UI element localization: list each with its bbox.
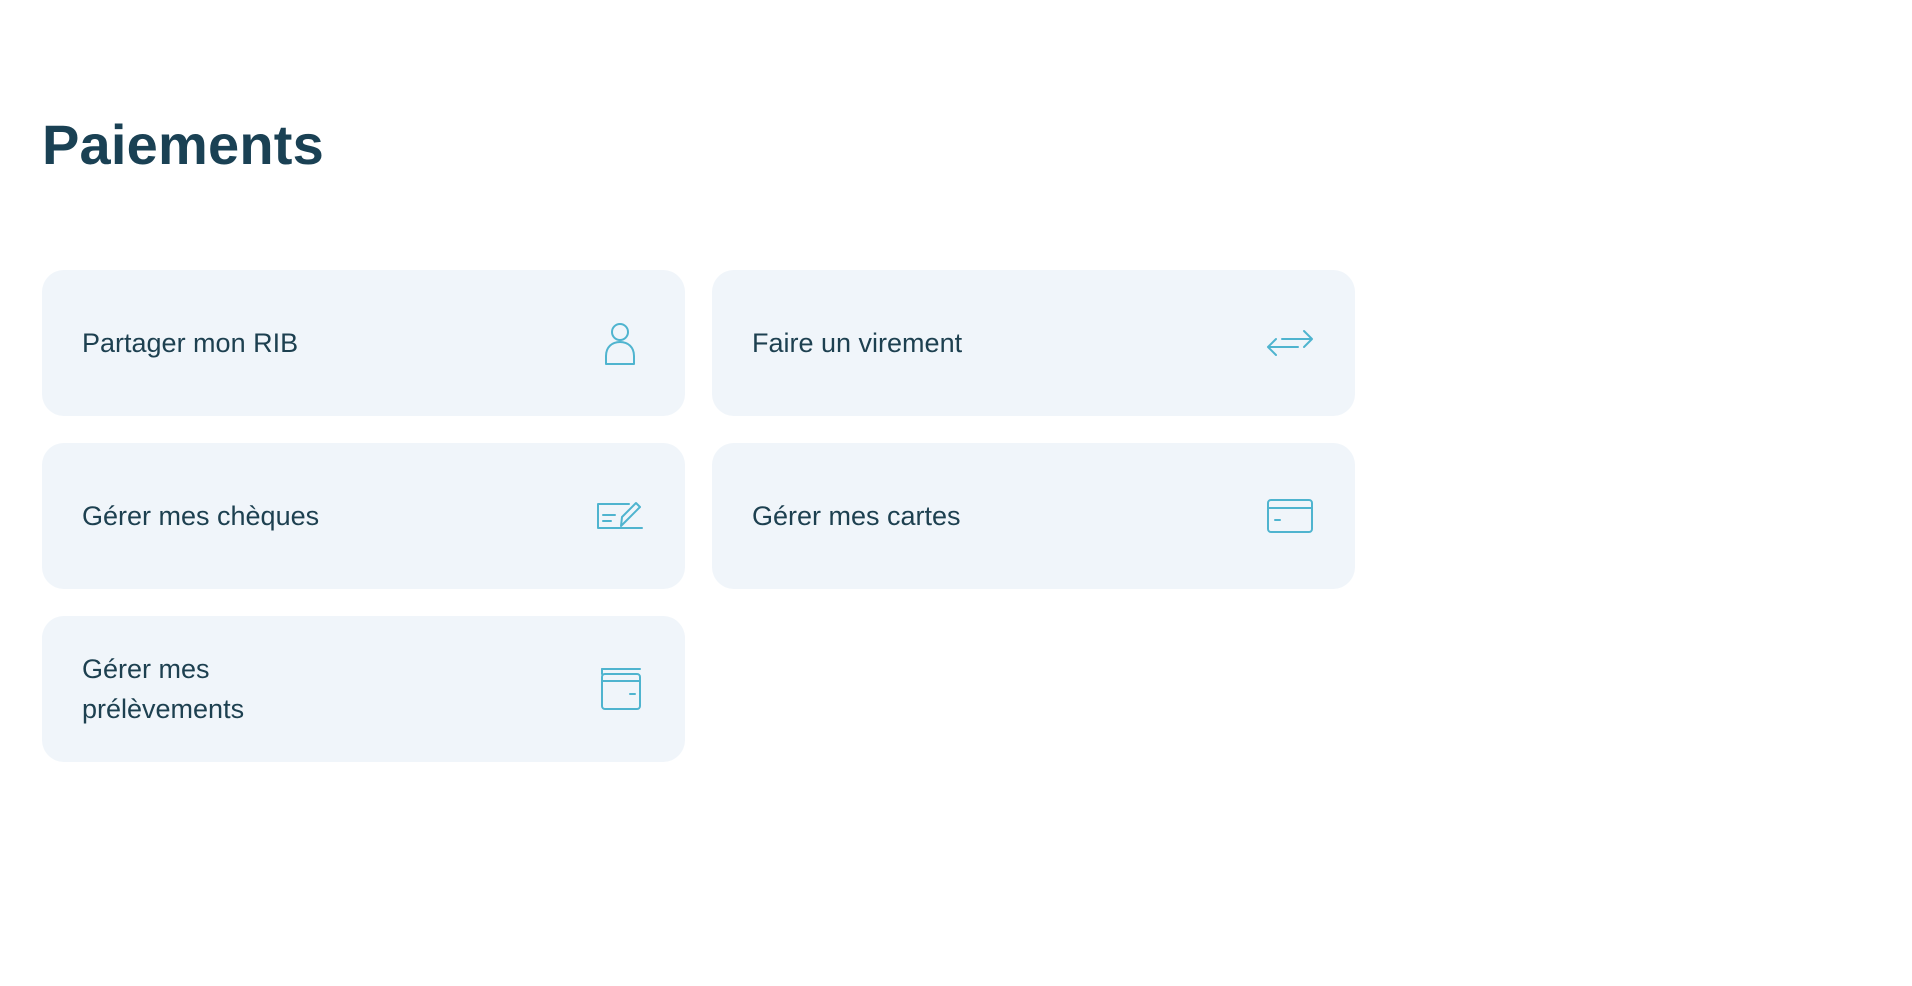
page-title: Paiements [42, 113, 324, 176]
user-icon [595, 320, 645, 366]
share-rib-tile[interactable]: Partager mon RIB [42, 270, 685, 416]
manage-cheques-label: Gérer mes chèques [82, 501, 320, 531]
make-transfer-tile[interactable]: Faire un virement [712, 270, 1355, 416]
manage-cards-label: Gérer mes cartes [752, 501, 961, 531]
manage-cards-tile[interactable]: Gérer mes cartes [712, 443, 1355, 589]
share-rib-label: Partager mon RIB [82, 328, 299, 358]
manage-cheques-tile[interactable]: Gérer mes chèques [42, 443, 685, 589]
manage-direct-debits-label: Gérer mes prélèvements [82, 654, 245, 724]
payments-actions-grid: Partager mon RIB Faire un virement Gérer… [42, 270, 1355, 762]
manage-direct-debits-tile[interactable]: Gérer mes prélèvements [42, 616, 685, 762]
make-transfer-label: Faire un virement [752, 328, 963, 358]
cheque-icon [595, 493, 645, 539]
transfer-arrows-icon [1265, 320, 1315, 366]
wallet-icon [595, 666, 645, 712]
credit-card-icon [1265, 493, 1315, 539]
